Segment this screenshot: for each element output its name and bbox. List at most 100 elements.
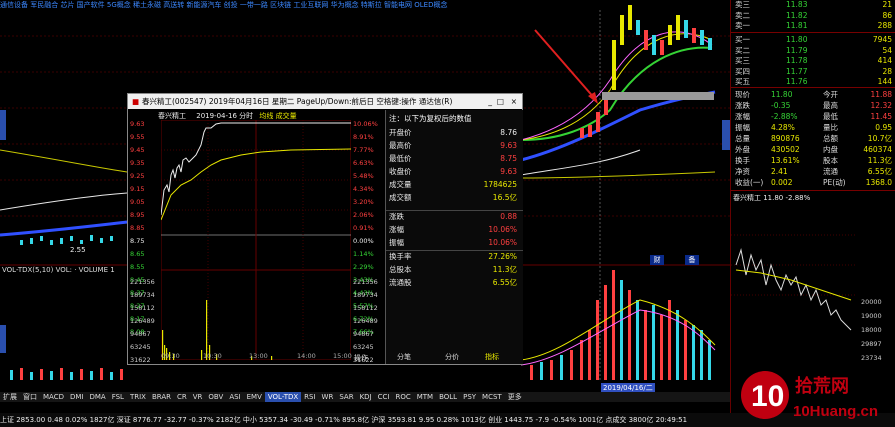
order-volume: 28: [882, 66, 892, 76]
price-tick: 8.55: [130, 263, 145, 271]
concept-ticker[interactable]: 通信设备 军民融合 芯片 国产软件 5G概念 稀土永磁 高送转 新能源汽车 创投…: [0, 0, 730, 10]
indicator-tab[interactable]: DMA: [86, 392, 108, 402]
stat-value: 11.88: [870, 90, 892, 99]
detail-label: 成交额: [389, 193, 412, 202]
indicator-tab[interactable]: 扩展: [0, 392, 20, 402]
order-price: 11.82: [786, 10, 808, 20]
indicator-tabs[interactable]: 扩展 窗口 MACD DMI DMA FSL TRIX BRAR CR VR OBV ASI EMV VO…: [0, 392, 730, 402]
order-price: 11.81: [786, 21, 808, 30]
indicator-tab[interactable]: VR: [190, 392, 206, 402]
subtitle-stock: 春兴精工: [158, 112, 186, 120]
indicator-tab[interactable]: BOLL: [436, 392, 460, 402]
stat-row: 外盘 430502 内盘 460374: [731, 145, 895, 155]
indicator-tab[interactable]: SAR: [336, 392, 356, 402]
mini-axis-label: 19000: [861, 312, 882, 320]
finance-button[interactable]: 财: [650, 255, 664, 265]
subtitle-mode: 均线 成交量: [259, 112, 297, 120]
pct-tick: 6.63%: [353, 159, 374, 167]
order-volume: 7945: [872, 35, 892, 44]
vol-indicator-label: VOL-TDX(5,10) VOL: · VOLUME 1: [2, 266, 115, 274]
note-button[interactable]: 备: [685, 255, 699, 265]
detail-row: 振幅 10.06%: [386, 237, 523, 249]
popup-footer: 分笔 分价 指标: [385, 352, 522, 364]
indicator-tab[interactable]: MCST: [479, 392, 505, 402]
stat-row: 收益(一) 0.002 PE(动) 1368.0: [731, 178, 895, 188]
tick-button[interactable]: 分笔: [397, 352, 411, 362]
indicator-tab[interactable]: WR: [319, 392, 337, 402]
stat-row: 净资 2.41 流通 6.55亿: [731, 167, 895, 177]
detail-header: 注：以下为复权后的数值: [389, 114, 472, 123]
detail-value: 16.5亿: [492, 193, 517, 202]
stat-label: 最高: [823, 101, 838, 110]
stat-row: 振幅 4.28% 量比 0.95: [731, 123, 895, 133]
order-price: 11.80: [786, 35, 808, 44]
detail-label: 总股本: [389, 265, 412, 274]
indicator-tab[interactable]: BRAR: [149, 392, 174, 402]
intraday-popup[interactable]: ■ 春兴精工(002547) 2019年04月16日 星期二 PageUp/Do…: [127, 93, 523, 365]
left-collapse-handle[interactable]: [0, 110, 6, 140]
indicator-tab[interactable]: MACD: [40, 392, 67, 402]
detail-label: 换手率: [389, 252, 412, 261]
indicator-tab[interactable]: DMI: [67, 392, 87, 402]
site-watermark: 10 拾荒网 10Huang.cn: [735, 366, 895, 424]
order-label: 买五: [735, 77, 750, 86]
svg-text:10: 10: [751, 380, 784, 413]
pct-tick: 2.06%: [353, 211, 374, 219]
indicator-button[interactable]: 指标: [485, 352, 499, 362]
detail-label: 流通股: [389, 278, 412, 287]
intraday-chart[interactable]: [161, 120, 351, 360]
order-volume: 144: [877, 77, 892, 86]
price-dist-button[interactable]: 分价: [445, 352, 459, 362]
stat-row: 涨跌 -0.35 最高 12.32: [731, 101, 895, 111]
order-label: 买三: [735, 56, 750, 65]
pct-tick: 8.91%: [353, 133, 374, 141]
time-label: 15:00: [333, 352, 352, 360]
detail-label: 涨幅: [389, 225, 404, 234]
right-collapse-handle[interactable]: [722, 120, 730, 150]
mini-axis-label: 18000: [861, 326, 882, 334]
popup-titlebar[interactable]: ■ 春兴精工(002547) 2019年04月16日 星期二 PageUp/Do…: [128, 94, 522, 109]
vol-tick: 189734: [130, 291, 155, 299]
price-tick: 9.35: [130, 159, 145, 167]
indicator-tab[interactable]: TRIX: [127, 392, 149, 402]
detail-value: 9.63: [500, 167, 517, 176]
indicator-tab[interactable]: FSL: [109, 392, 127, 402]
indicator-tab[interactable]: 更多: [505, 392, 525, 402]
mini-axis-label: 20000: [861, 298, 882, 306]
indicator-tab[interactable]: RSI: [301, 392, 318, 402]
stat-value: 2.41: [771, 167, 788, 176]
vol-tick: 158112: [353, 304, 378, 312]
left-collapse-handle-2[interactable]: [0, 325, 6, 353]
indicator-tab[interactable]: KDJ: [357, 392, 375, 402]
indicator-tab[interactable]: VOL-TDX: [264, 392, 302, 402]
popup-op-button[interactable]: 操作: [354, 353, 368, 363]
mini-chart-label: 春兴精工 11.80 -2.88%: [733, 193, 810, 203]
detail-label: 最高价: [389, 141, 412, 150]
order-price: 11.78: [786, 56, 808, 65]
minimize-button[interactable]: _: [488, 94, 492, 109]
detail-value: 9.63: [500, 141, 517, 150]
vol-tick: 63245: [130, 343, 151, 351]
indicator-tab[interactable]: ASI: [226, 392, 243, 402]
detail-value: 11.3亿: [492, 265, 517, 274]
subtitle-date: 2019-04-16 分时: [196, 112, 254, 120]
indicator-tab[interactable]: CR: [174, 392, 190, 402]
mini-label: 春兴精工 11.80 -2.88%: [733, 194, 811, 202]
indicator-tab[interactable]: CCI: [375, 392, 393, 402]
indicator-tab[interactable]: EMV: [244, 392, 265, 402]
indicator-tab[interactable]: PSY: [460, 392, 479, 402]
order-volume: 54: [882, 45, 892, 55]
order-price: 11.76: [786, 77, 808, 86]
indicator-tab[interactable]: ROC: [392, 392, 413, 402]
stat-label: 总量: [735, 134, 750, 143]
stat-value: 11.80: [771, 90, 793, 99]
order-row: 买四 11.77 28: [731, 67, 895, 77]
vol-tick: 94867: [130, 330, 151, 338]
maximize-button[interactable]: □: [497, 94, 504, 109]
indicator-tab[interactable]: 窗口: [20, 392, 40, 402]
indicator-tab[interactable]: MTM: [414, 392, 436, 402]
price-tick: 9.05: [130, 198, 145, 206]
stat-value: 12.32: [870, 101, 892, 110]
indicator-tab[interactable]: OBV: [205, 392, 226, 402]
close-button[interactable]: ×: [511, 94, 517, 109]
